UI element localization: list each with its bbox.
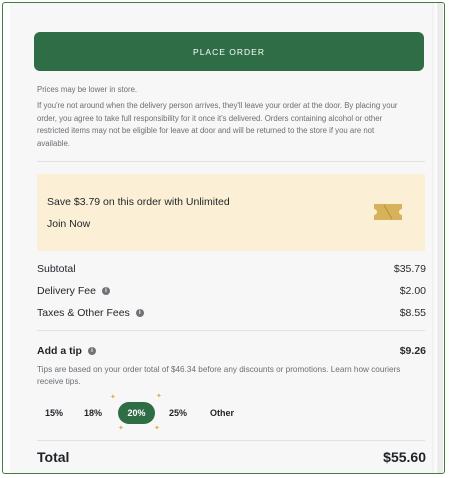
delivery-fee-value: $2.00	[399, 285, 426, 297]
checkout-frame: PLACE ORDER Prices may be lower in store…	[2, 2, 445, 474]
divider	[37, 161, 425, 162]
delivery-fee-row: Delivery Fee i $2.00	[37, 285, 426, 297]
total-label: Total	[37, 449, 70, 465]
checkout-panel: PLACE ORDER Prices may be lower in store…	[10, 3, 432, 473]
subtotal-row: Subtotal $35.79	[37, 263, 426, 275]
taxes-fees-label: Taxes & Other Fees	[37, 307, 130, 319]
taxes-fees-value: $8.55	[399, 307, 426, 319]
info-icon[interactable]: i	[135, 309, 144, 317]
sparkle-icon: ✦	[118, 425, 124, 432]
tip-option-20[interactable]: 20%	[118, 402, 155, 424]
subtotal-label: Subtotal	[37, 263, 76, 275]
info-icon[interactable]: i	[101, 287, 110, 295]
join-now-link[interactable]: Join Now	[47, 218, 90, 230]
subtotal-value: $35.79	[393, 263, 426, 275]
total-value: $55.60	[383, 449, 426, 465]
sparkle-icon: ✦	[154, 425, 160, 432]
ticket-icon	[374, 204, 402, 220]
tip-option-25[interactable]: 25%	[160, 402, 196, 424]
sparkle-icon: ✦	[110, 394, 116, 401]
unlimited-promo-banner[interactable]: Save $3.79 on this order with Unlimited …	[37, 174, 425, 251]
tip-option-18[interactable]: 18%	[76, 402, 110, 424]
add-tip-row: Add a tip i $9.26	[37, 345, 426, 357]
scrollbar[interactable]	[437, 3, 443, 473]
divider	[37, 440, 425, 441]
tip-option-15[interactable]: 15%	[36, 402, 72, 424]
info-icon[interactable]: i	[87, 347, 96, 355]
divider	[37, 330, 425, 331]
total-row: Total $55.60	[37, 449, 426, 465]
prices-note: Prices may be lower in store.	[37, 85, 138, 94]
tip-value: $9.26	[399, 345, 426, 357]
tip-description[interactable]: Tips are based on your order total of $4…	[37, 364, 412, 388]
tip-options: 15% 18% 20% 25% Other ✦ ✦ ✦ ✦	[36, 393, 256, 432]
add-tip-label: Add a tip	[37, 345, 82, 357]
tip-option-other[interactable]: Other	[204, 402, 240, 424]
leave-at-door-note: If you're not around when the delivery p…	[37, 101, 398, 148]
sparkle-icon: ✦	[156, 393, 162, 400]
taxes-fees-row: Taxes & Other Fees i $8.55	[37, 307, 426, 319]
delivery-fee-label: Delivery Fee	[37, 285, 96, 297]
place-order-button[interactable]: PLACE ORDER	[34, 32, 424, 71]
promo-title: Save $3.79 on this order with Unlimited	[47, 196, 230, 208]
